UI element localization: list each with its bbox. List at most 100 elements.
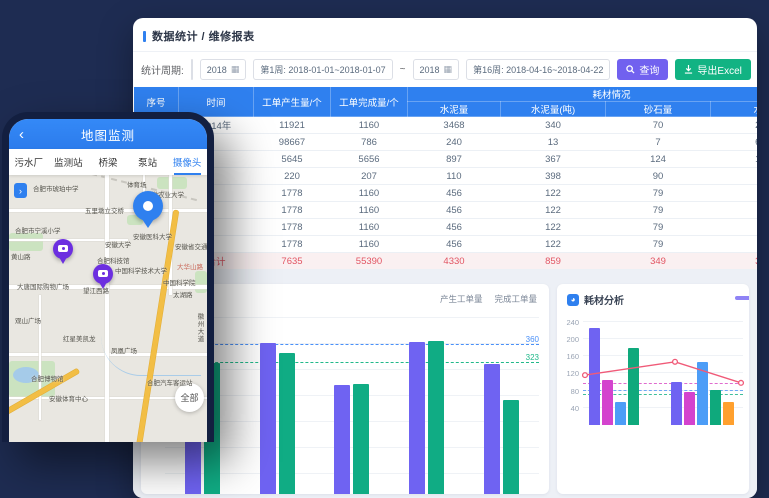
dashboard-card: 数据统计 / 维修报表 统计周期: 年季月周日 2018 ▦ 第1周: 2018… xyxy=(133,18,757,498)
table-row: 5177811604561227967 xyxy=(134,185,758,202)
selected-camera-pin[interactable] xyxy=(133,191,163,221)
start-year-select[interactable]: 2018 ▦ xyxy=(200,59,247,80)
legend-label: 完成工单量 xyxy=(494,293,537,305)
table-cell: 110 xyxy=(408,168,501,185)
app-header: ‹ 地图监测 xyxy=(9,119,207,149)
export-excel-button[interactable]: 导出Excel xyxy=(675,59,750,80)
show-all-button[interactable]: 全部 xyxy=(175,383,204,412)
table-cell: 7 xyxy=(606,134,711,151)
table-cell: 456 xyxy=(408,219,501,236)
legend-label: 产生工单量 xyxy=(440,293,483,305)
table-cell: 1778 xyxy=(254,219,331,236)
table-cell: 11921 xyxy=(254,117,331,134)
table-cell: 859 xyxy=(501,253,606,270)
table-cell: 250 xyxy=(711,117,758,134)
tab-监测站[interactable]: 监测站 xyxy=(49,149,89,175)
map-expand-button[interactable]: › xyxy=(14,183,27,198)
camera-pin[interactable] xyxy=(53,239,73,259)
map-label: 安徽体育中心 xyxy=(49,393,88,403)
calendar-icon: ▦ xyxy=(231,64,240,75)
col-header-completed: 工单完成量/个 xyxy=(331,87,408,117)
workorder-bar xyxy=(484,364,500,494)
line-point xyxy=(583,373,588,378)
table-cell: 220 xyxy=(254,168,331,185)
table-cell: 67 xyxy=(711,219,758,236)
table-cell: 1160 xyxy=(331,185,408,202)
map-label: 中国科学院 xyxy=(163,277,196,287)
tab-泵站[interactable]: 泵站 xyxy=(128,149,168,175)
workorder-bar xyxy=(409,342,425,494)
map-label: 五里墩立交桥 xyxy=(85,205,124,215)
phone-mockup: ‹ 地图监测 污水厂监测站桥梁泵站摄像头 › xyxy=(2,112,214,442)
table-cell: 340 xyxy=(501,117,606,134)
table-cell: 456 xyxy=(408,185,501,202)
table-cell: 122 xyxy=(501,202,606,219)
consumables-chart-legend[interactable] xyxy=(735,296,749,300)
table-cell: 367 xyxy=(501,151,606,168)
workorder-chart-plot: 360323 xyxy=(165,310,539,494)
table-cell: 98667 xyxy=(254,134,331,151)
consumables-chart-plot xyxy=(583,314,743,425)
app-tab-bar: 污水厂监测站桥梁泵站摄像头 xyxy=(9,149,207,175)
table-cell: 5656 xyxy=(331,151,408,168)
charts-section: 产生工单量完成工单量 360323 ◕ 耗材分析 408012016020024… xyxy=(133,270,757,498)
filter-bar: 统计周期: 年季月周日 2018 ▦ 第1周: 2018-01-01~2018-… xyxy=(133,52,757,86)
period-option-年[interactable]: 年 xyxy=(192,60,193,79)
table-cell: 19 xyxy=(711,168,758,185)
map-view[interactable]: › 全部 合肥市琥珀中学体育场安徽农业大学五里墩立交桥合肥市宁溪小学安徽医科大学… xyxy=(9,175,207,442)
table-cell: 1160 xyxy=(331,236,408,253)
table-cell: 207 xyxy=(331,168,408,185)
park-patch xyxy=(157,177,187,189)
table-cell: 1778 xyxy=(254,185,331,202)
back-icon[interactable]: ‹ xyxy=(19,127,24,142)
table-cell: 90 xyxy=(606,168,711,185)
sub-col-2: 水泥量(吨) xyxy=(501,102,606,117)
legend-item[interactable]: 产生工单量 xyxy=(440,293,483,305)
app-title: 地图监测 xyxy=(81,125,135,144)
table-cell: 456 xyxy=(408,202,501,219)
map-label: 红星美凯龙 xyxy=(63,333,96,343)
map-label: 安徽大学 xyxy=(105,239,131,249)
y-axis-tick: 120 xyxy=(561,369,579,378)
sub-col-3: 砂石量 xyxy=(606,102,711,117)
report-table: 序号 时间 工单产生量/个 工单完成量/个 耗材情况 水泥量 水泥量(吨) 砂石… xyxy=(133,86,757,287)
map-label: 合肥汽车客运站 xyxy=(147,377,193,387)
workorder-bar xyxy=(279,353,295,494)
consumables-chart-card: ◕ 耗材分析 4080120160200240 xyxy=(557,284,749,494)
end-year-select[interactable]: 2018 ▦ xyxy=(413,59,460,80)
table-cell: 124 xyxy=(606,151,711,168)
table-cell: 1160 xyxy=(331,117,408,134)
table-cell: 1160 xyxy=(331,219,408,236)
road xyxy=(105,175,109,442)
table-cell: 398 xyxy=(501,168,606,185)
table-cell: 122 xyxy=(501,236,606,253)
table-cell: 349 xyxy=(606,253,711,270)
sub-col-1: 水泥量 xyxy=(408,102,501,117)
table-cell: 79 xyxy=(606,185,711,202)
map-label: 黄山路 xyxy=(11,251,31,261)
table-cell: 79 xyxy=(606,202,711,219)
map-label: 体育场 xyxy=(127,179,147,189)
table-cell: 3468 xyxy=(408,117,501,134)
start-week-input[interactable]: 第1周: 2018-01-01~2018-01-07 xyxy=(253,59,392,80)
end-week-input[interactable]: 第16周: 2018-04-16~2018-04-22 xyxy=(466,59,610,80)
tab-摄像头[interactable]: 摄像头 xyxy=(167,149,207,175)
table-cell: 456 xyxy=(408,236,501,253)
map-label: 中国科学技术大学 xyxy=(115,265,167,275)
query-button[interactable]: 查询 xyxy=(617,59,668,80)
table-cell: 897 xyxy=(408,151,501,168)
legend-item[interactable]: 完成工单量 xyxy=(494,293,537,305)
line-point xyxy=(673,359,678,364)
consumables-chart-title: 耗材分析 xyxy=(584,292,624,307)
line-point xyxy=(739,380,744,385)
table-row: 356455656897367124129 xyxy=(134,151,758,168)
table-cell: 5645 xyxy=(254,151,331,168)
search-icon xyxy=(626,65,635,74)
table-cell: 13 xyxy=(501,134,606,151)
tab-污水厂[interactable]: 污水厂 xyxy=(9,149,49,175)
workorder-bar xyxy=(428,341,444,494)
map-label: 凤凰广场 xyxy=(111,345,137,355)
tab-桥梁[interactable]: 桥梁 xyxy=(88,149,128,175)
bar-group xyxy=(260,343,295,494)
camera-pin[interactable] xyxy=(93,264,113,284)
